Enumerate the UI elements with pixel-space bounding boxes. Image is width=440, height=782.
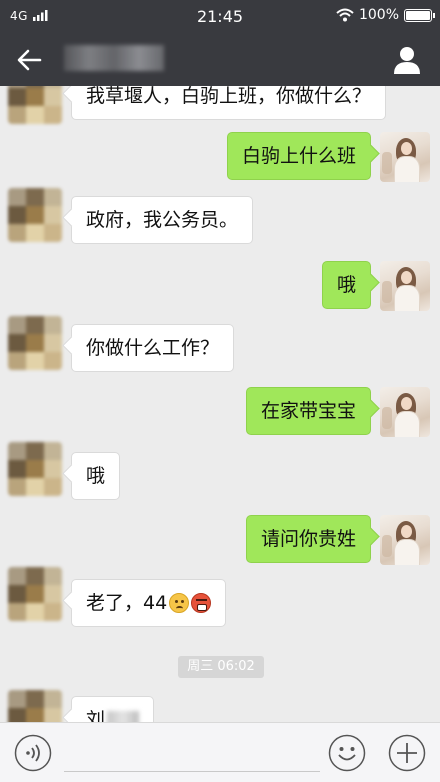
my-avatar[interactable]: [380, 261, 430, 311]
my-avatar[interactable]: [380, 515, 430, 565]
received-message[interactable]: 老了，44: [71, 579, 227, 627]
message-text: 政府，我公务员。: [86, 209, 239, 231]
received-message[interactable]: 你做什么工作？: [71, 324, 235, 372]
wifi-icon: [336, 8, 354, 22]
chat-header: [0, 34, 440, 86]
my-avatar[interactable]: [380, 387, 430, 437]
received-message[interactable]: 哦: [71, 452, 121, 500]
message-text: 你做什么工作？: [86, 337, 220, 359]
input-bar: [0, 722, 440, 782]
contact-avatar[interactable]: [8, 188, 62, 242]
message-text: 白驹上什么班: [241, 145, 356, 167]
contact-avatar[interactable]: [8, 690, 62, 722]
battery-percent: 100%: [358, 7, 399, 23]
received-message[interactable]: 政府，我公务员。: [71, 196, 254, 244]
back-arrow-icon[interactable]: [14, 46, 44, 74]
worried-face-icon: [169, 593, 190, 613]
voice-icon[interactable]: [14, 734, 52, 772]
sent-message[interactable]: 白驹上什么班: [226, 132, 371, 180]
contact-avatar[interactable]: [8, 442, 62, 496]
blurred-name: [107, 711, 140, 722]
contact-avatar[interactable]: [8, 316, 62, 370]
message-text: 哦: [336, 274, 356, 296]
message-input[interactable]: [64, 734, 320, 772]
message-text: 我草堰人，白驹上班，你做什么？: [86, 86, 372, 107]
contact-name-blurred: [64, 45, 164, 71]
timestamp: 周三 06:02: [178, 656, 264, 678]
message-text: 刘: [86, 709, 106, 722]
angry-face-icon: [191, 593, 212, 613]
contact-avatar[interactable]: [8, 86, 62, 124]
sent-message[interactable]: 请问你贵姓: [245, 515, 371, 563]
sent-message[interactable]: 在家带宝宝: [245, 387, 371, 435]
message-text: 老了，44: [86, 592, 168, 614]
contact-avatar[interactable]: [8, 567, 62, 621]
plus-icon[interactable]: [388, 734, 426, 772]
battery-icon: [404, 8, 435, 22]
received-message[interactable]: 我草堰人，白驹上班，你做什么？: [71, 86, 387, 120]
message-text: 请问你贵姓: [260, 528, 356, 550]
message-text: 哦: [86, 465, 106, 487]
received-message[interactable]: 刘: [71, 696, 155, 722]
status-bar: 4G 21:45 100%: [0, 0, 440, 34]
smiley-icon[interactable]: [328, 734, 366, 772]
message-text: 在家带宝宝: [260, 400, 356, 422]
person-icon[interactable]: [392, 45, 422, 75]
my-avatar[interactable]: [380, 132, 430, 182]
chat-area[interactable]: 我草堰人，白驹上班，你做什么？ 白驹上什么班 政府，我公务员。 哦 你做什么工作…: [0, 86, 440, 722]
sent-message[interactable]: 哦: [321, 261, 371, 309]
